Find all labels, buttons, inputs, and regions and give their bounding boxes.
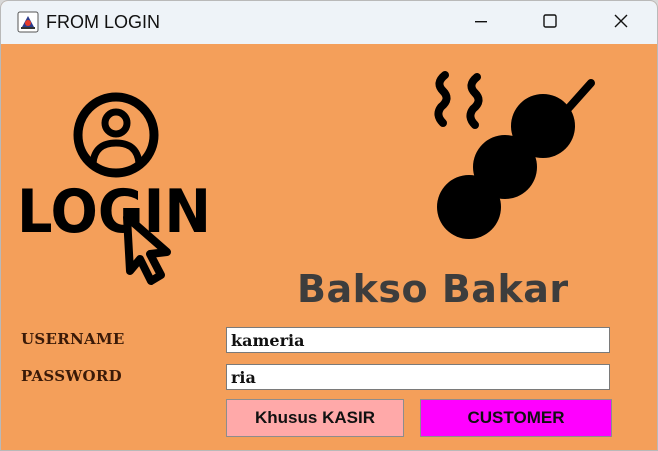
title-bar[interactable]: FROM LOGIN (1, 1, 657, 44)
minimize-icon (473, 13, 489, 33)
user-circle-icon (73, 92, 159, 178)
bakso-skewer-icon (434, 71, 595, 239)
window-title: FROM LOGIN (46, 12, 161, 32)
password-label: PASSWORD (21, 367, 122, 385)
close-button[interactable] (586, 1, 656, 44)
close-icon (613, 13, 629, 33)
maximize-button[interactable] (515, 1, 585, 44)
login-art-text: LOGIN (17, 177, 211, 247)
username-field[interactable] (226, 327, 610, 353)
login-window: FROM LOGIN LOGIN Bakso Bakar USERNAME ka… (0, 0, 658, 451)
java-app-icon (17, 11, 39, 33)
khusus-kasir-button[interactable]: Khusus KASIR (226, 399, 404, 437)
username-label: USERNAME (21, 330, 125, 348)
customer-button[interactable]: CUSTOMER (420, 399, 612, 437)
login-illustration: LOGIN (17, 92, 211, 285)
brand-title: Bakso Bakar (297, 267, 569, 311)
minimize-button[interactable] (446, 1, 516, 44)
maximize-icon (542, 13, 558, 33)
password-field[interactable] (226, 364, 610, 390)
